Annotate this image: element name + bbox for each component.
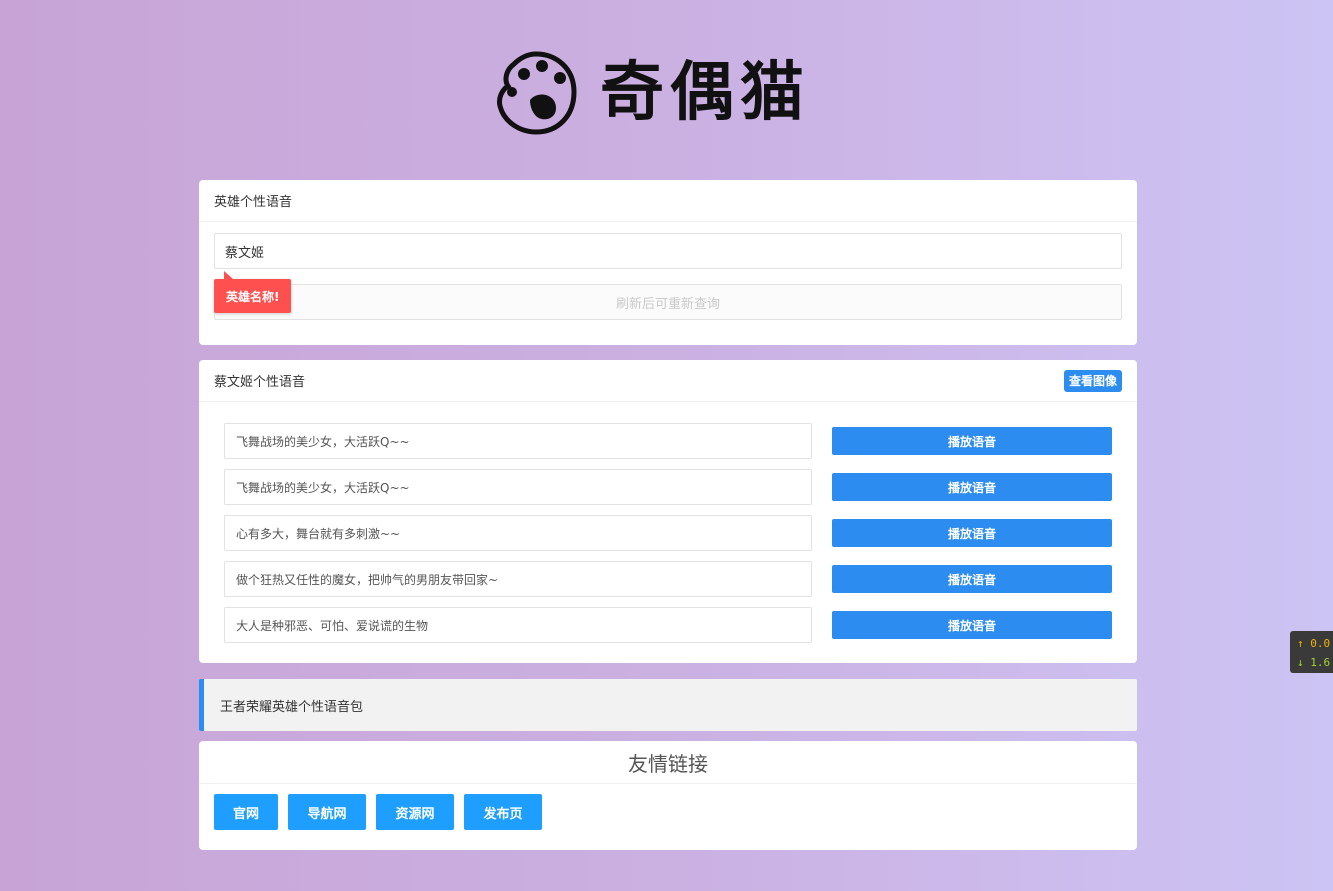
play-voice-button[interactable]: 播放语音 xyxy=(832,611,1112,639)
friend-links-card: 友情链接 官网 导航网 资源网 发布页 xyxy=(199,741,1137,850)
voice-text-field[interactable]: 飞舞战场的美少女，大活跃Q~~ xyxy=(224,469,812,505)
logo-text: 奇偶猫 xyxy=(600,56,810,130)
voice-row: 做个狂热又任性的魔女，把帅气的男朋友带回家~ 播放语音 xyxy=(224,561,1112,597)
cat-paw-icon xyxy=(497,51,577,135)
site-logo[interactable]: 奇偶猫 xyxy=(494,48,824,138)
voice-card-header: 蔡文姬个性语音 查看图像 xyxy=(199,360,1137,402)
voice-text-field[interactable]: 做个狂热又任性的魔女，把帅气的男朋友带回家~ xyxy=(224,561,812,597)
voice-text-field[interactable]: 大人是种邪恶、可怕、爱说谎的生物 xyxy=(224,607,812,643)
play-voice-button[interactable]: 播放语音 xyxy=(832,519,1112,547)
upload-speed: ↑ 0.0 xyxy=(1297,637,1331,650)
hero-name-input[interactable]: 蔡文姬 xyxy=(214,233,1122,269)
link-resources-button[interactable]: 资源网 xyxy=(376,794,454,830)
refresh-query-button[interactable]: 刷新后可重新查询 xyxy=(214,284,1122,320)
voice-row: 心有多大，舞台就有多刺激~~ 播放语音 xyxy=(224,515,1112,551)
voice-text-field[interactable]: 心有多大，舞台就有多刺激~~ xyxy=(224,515,812,551)
voice-result-card: 蔡文姬个性语音 查看图像 飞舞战场的美少女，大活跃Q~~ 播放语音 飞舞战场的美… xyxy=(199,360,1137,663)
voice-row: 飞舞战场的美少女，大活跃Q~~ 播放语音 xyxy=(224,423,1112,459)
voice-text-field[interactable]: 飞舞战场的美少女，大活跃Q~~ xyxy=(224,423,812,459)
play-voice-button[interactable]: 播放语音 xyxy=(832,473,1112,501)
download-speed: ↓ 1.6 xyxy=(1297,656,1331,669)
search-card: 英雄个性语音 蔡文姬 英雄名称! 刷新后可重新查询 xyxy=(199,180,1137,345)
link-official-button[interactable]: 官网 xyxy=(214,794,278,830)
validation-tooltip: 英雄名称! xyxy=(214,271,292,313)
info-quote: 王者荣耀英雄个性语音包 xyxy=(199,679,1137,731)
search-card-header: 英雄个性语音 xyxy=(199,180,1137,222)
search-card-title: 英雄个性语音 xyxy=(214,195,293,210)
voice-row: 大人是种邪恶、可怕、爱说谎的生物 播放语音 xyxy=(224,607,1112,643)
play-voice-button[interactable]: 播放语音 xyxy=(832,565,1112,593)
link-navigation-button[interactable]: 导航网 xyxy=(288,794,366,830)
link-release-page-button[interactable]: 发布页 xyxy=(464,794,542,830)
play-voice-button[interactable]: 播放语音 xyxy=(832,427,1112,455)
voice-row: 飞舞战场的美少女，大活跃Q~~ 播放语音 xyxy=(224,469,1112,505)
friend-links-title: 友情链接 xyxy=(199,741,1137,784)
network-speed-widget: ↑ 0.0 ↓ 1.6 xyxy=(1290,631,1333,673)
view-image-button[interactable]: 查看图像 xyxy=(1063,369,1122,392)
voice-card-title: 蔡文姬个性语音 xyxy=(214,375,306,390)
